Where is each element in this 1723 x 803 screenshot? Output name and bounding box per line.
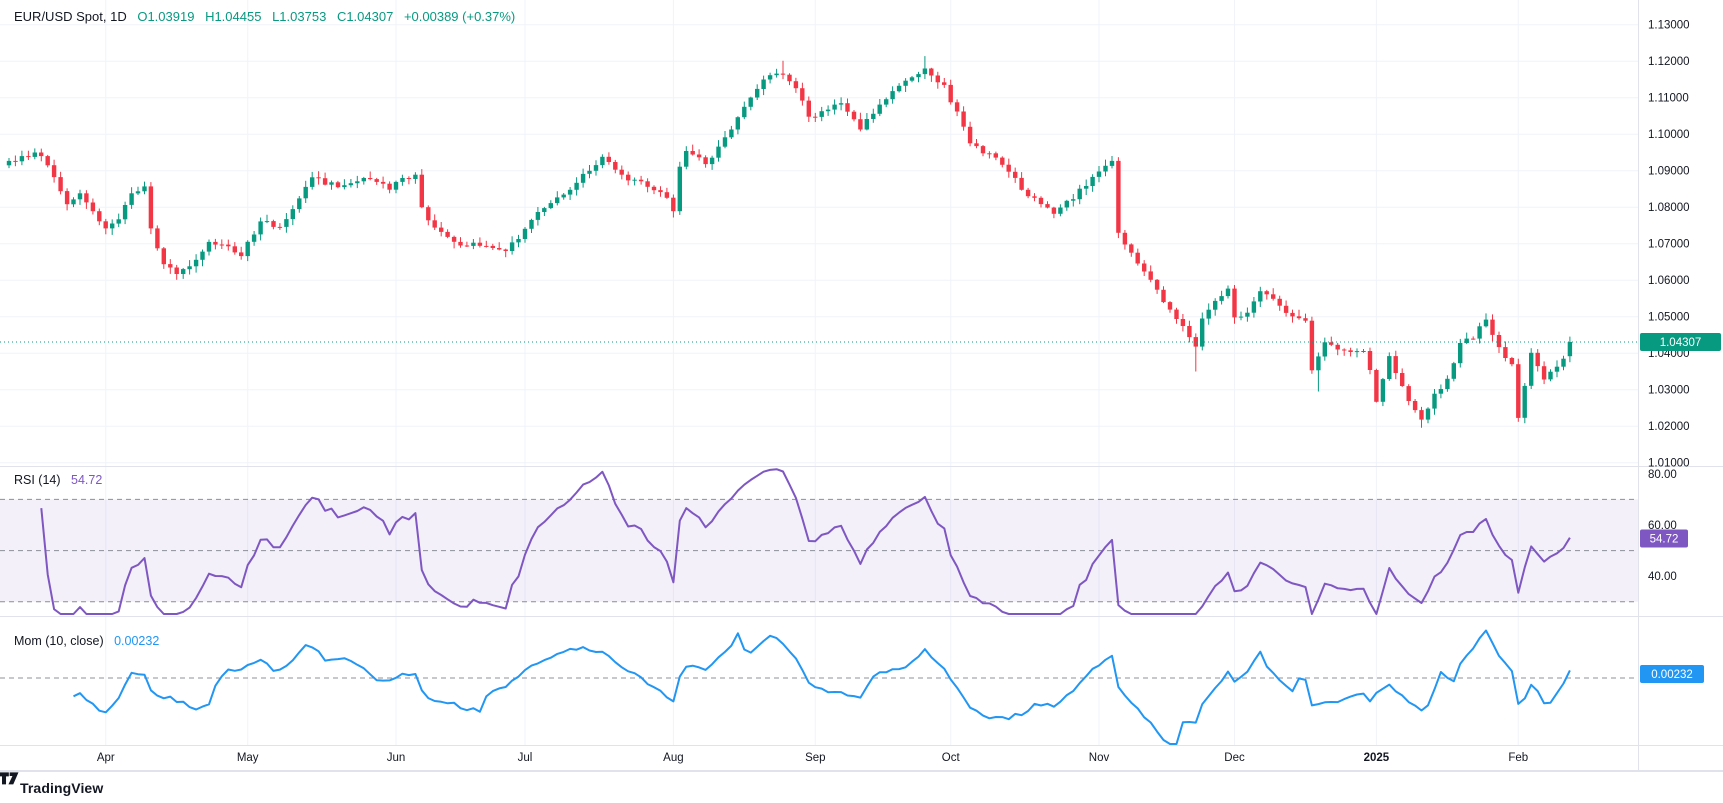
svg-text:1.04307: 1.04307 [1660,337,1702,349]
month-tick-label: Sep [805,752,825,764]
mom-label[interactable]: Mom (10, close) [14,634,104,648]
tradingview-brand-text[interactable]: TradingView [20,780,103,796]
pane-separators [0,0,1723,771]
trading-chart: 1.13000 1.12000 1.11000 1.10000 1.09000 1.080… [0,0,1723,803]
month-tick-label: May [237,752,259,764]
month-tick-label: Jul [518,752,533,764]
main-legend: EUR/USD Spot, 1D O1.03919 H1.04455 L1.03… [14,9,522,24]
price-tick-label: 1.12000 [1648,56,1690,68]
ohlc-close: C1.04307 [337,9,393,24]
tradingview-logo-icon[interactable] [0,772,25,787]
ohlc-high: H1.04455 [205,9,261,24]
price-tick-label: 1.03000 [1648,385,1690,397]
price-axis[interactable]: 1.13000 1.12000 1.11000 1.10000 1.09000 1.080… [1648,20,1690,584]
rsi-value: 54.72 [71,473,102,487]
price-tick-label: 1.11000 [1648,93,1689,105]
rsi-band-layer [0,499,1639,601]
mom-legend: Mom (10, close) 0.00232 [14,634,166,648]
rsi-tick-label: 80.00 [1648,469,1677,481]
price-tick-label: 1.06000 [1648,275,1690,287]
price-tick-label: 1.08000 [1648,202,1690,214]
month-tick-label: Apr [97,752,115,764]
price-tick-label: 1.09000 [1648,166,1690,178]
rsi-legend: RSI (14) 54.72 [14,473,109,487]
month-tick-label: Dec [1224,752,1245,764]
gridlines-layer [0,0,1639,746]
price-tick-label: 1.10000 [1648,129,1690,141]
rsi-label[interactable]: RSI (14) [14,473,61,487]
month-tick-label: Aug [663,752,683,764]
current-price-badge: 1.04307 [1640,333,1721,351]
month-tick-label: 2025 [1364,752,1390,764]
svg-text:0.00232: 0.00232 [1651,669,1693,681]
time-axis[interactable]: Apr May Jun Jul Aug Sep Oct Nov Dec 2025 Feb [97,752,1528,764]
momentum-line-layer[interactable] [0,631,1639,745]
ohlc-low: L1.03753 [272,9,326,24]
rsi-value-badge: 54.72 [1640,530,1688,548]
svg-text:54.72: 54.72 [1650,534,1679,546]
price-tick-label: 1.02000 [1648,421,1690,433]
month-tick-label: Oct [942,752,961,764]
price-tick-label: 1.07000 [1648,239,1690,251]
price-tick-label: 1.13000 [1648,20,1690,32]
month-tick-label: Nov [1089,752,1110,764]
ohlc-change: +0.00389 (+0.37%) [404,9,515,24]
month-tick-label: Feb [1508,752,1528,764]
mom-value: 0.00232 [114,634,159,648]
price-tick-label: 1.05000 [1648,312,1690,324]
month-tick-label: Jun [387,752,406,764]
ohlc-open: O1.03919 [137,9,194,24]
rsi-tick-label: 40.00 [1648,571,1677,583]
symbol-title[interactable]: EUR/USD Spot, 1D [14,9,127,24]
mom-value-badge: 0.00232 [1640,665,1704,683]
candlesticks-layer[interactable] [7,56,1572,428]
footer-bar: TradingView [0,771,1723,803]
chart-canvas[interactable]: 1.13000 1.12000 1.11000 1.10000 1.09000 1.080… [0,0,1723,803]
